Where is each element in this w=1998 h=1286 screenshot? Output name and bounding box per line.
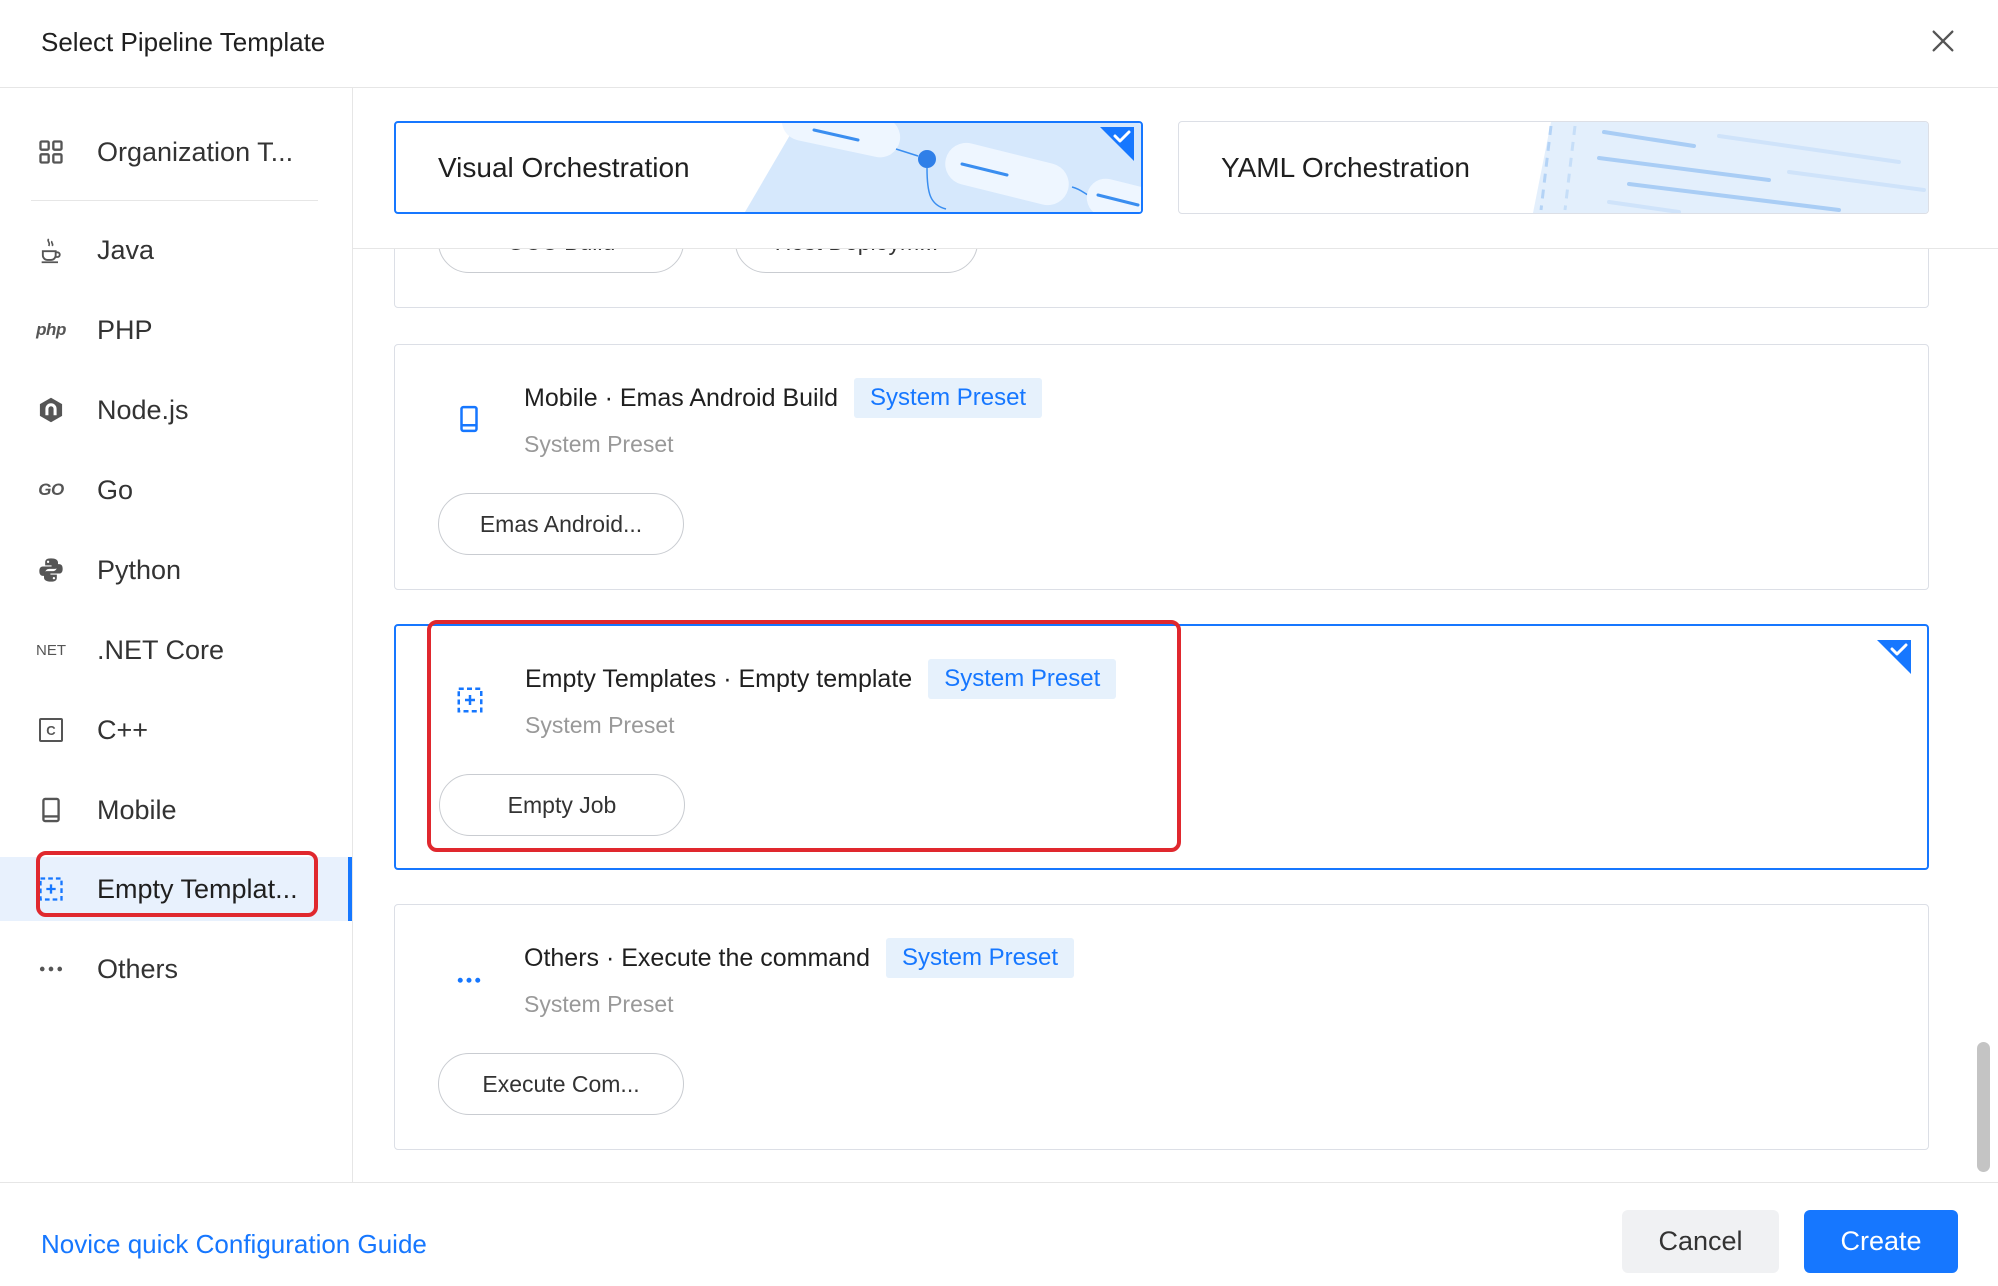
scrollbar-thumb[interactable]	[1977, 1042, 1990, 1172]
mode-card-yaml-orchestration[interactable]: YAML Orchestration	[1178, 121, 1929, 214]
template-card[interactable]: GCC Build Host Deploym...	[394, 249, 1929, 308]
mode-card-visual-orchestration[interactable]: Visual Orchestration	[394, 121, 1143, 214]
system-preset-badge: System Preset	[854, 378, 1043, 418]
mode-label: YAML Orchestration	[1221, 151, 1470, 183]
category-sidebar: Organization T... Java php PHP Node.js G…	[0, 88, 353, 1182]
system-preset-badge: System Preset	[885, 938, 1075, 978]
template-header: Mobile · Emas Android Build System Prese…	[524, 378, 1043, 418]
nodejs-icon	[35, 394, 67, 426]
selected-check-icon	[1877, 640, 1911, 674]
sidebar-item-label: PHP	[97, 315, 153, 345]
template-job-chip[interactable]: Empty Job	[439, 774, 685, 836]
sidebar-item-dotnet-core[interactable]: NET .NET Core	[0, 618, 352, 682]
template-job-chip[interactable]: Host Deploym...	[735, 249, 978, 273]
sidebar-item-go[interactable]: GO Go	[0, 458, 352, 522]
template-list[interactable]: GCC Build Host Deploym... Mobile · Emas …	[353, 249, 1998, 1182]
template-card-mobile-emas-android[interactable]: Mobile · Emas Android Build System Prese…	[394, 344, 1929, 590]
sidebar-item-others[interactable]: Others	[0, 937, 352, 1001]
sidebar-item-empty-templates[interactable]: Empty Templat...	[0, 857, 352, 921]
cpp-icon: C	[35, 714, 67, 746]
close-button[interactable]	[1926, 24, 1960, 58]
empty-template-icon	[35, 873, 67, 905]
sidebar-divider	[31, 200, 318, 201]
sidebar-item-organization-templates[interactable]: Organization T...	[0, 120, 352, 184]
sidebar-item-label: Java	[97, 235, 155, 265]
java-icon	[35, 234, 67, 266]
create-button[interactable]: Create	[1804, 1210, 1958, 1273]
template-title: Empty Templates · Empty template	[525, 664, 913, 693]
sidebar-item-label: Go	[97, 475, 134, 505]
system-preset-badge: System Preset	[928, 659, 1117, 699]
dialog-header: Select Pipeline Template	[0, 0, 1998, 88]
template-subtitle: System Preset	[525, 712, 675, 738]
more-dots-icon	[453, 963, 485, 995]
select-template-dialog: Select Pipeline Template Organization T.…	[0, 0, 1998, 1286]
template-card-empty-template[interactable]: Empty Templates · Empty template System …	[394, 624, 1929, 870]
sidebar-item-label: Organization T...	[97, 137, 294, 167]
python-icon	[35, 554, 67, 586]
sidebar-item-label: C++	[97, 715, 149, 745]
selected-check-icon	[1100, 127, 1134, 161]
sidebar-item-java[interactable]: Java	[0, 218, 352, 282]
novice-guide-link[interactable]: Novice quick Configuration Guide	[41, 1227, 427, 1261]
go-icon: GO	[35, 474, 67, 506]
dialog-footer: Novice quick Configuration Guide Cancel …	[0, 1182, 1998, 1286]
sidebar-item-label: Others	[97, 954, 179, 984]
template-job-chip[interactable]: Execute Com...	[438, 1053, 684, 1115]
dotnet-icon: NET	[35, 634, 67, 666]
cpp-logo-text: C	[39, 718, 63, 742]
sidebar-item-cpp[interactable]: C C++	[0, 698, 352, 762]
mobile-icon	[453, 403, 485, 435]
php-icon: php	[35, 314, 67, 346]
sidebar-item-label: Node.js	[97, 395, 189, 425]
sidebar-item-mobile[interactable]: Mobile	[0, 778, 352, 842]
dotnet-logo-text: NET	[36, 641, 66, 659]
template-header: Others · Execute the command System Pres…	[524, 938, 1075, 978]
template-job-chip[interactable]: GCC Build	[438, 249, 684, 273]
dialog-title: Select Pipeline Template	[41, 27, 326, 57]
php-logo-text: php	[36, 320, 66, 339]
empty-template-icon	[454, 684, 486, 716]
cancel-button[interactable]: Cancel	[1622, 1210, 1779, 1273]
mode-label: Visual Orchestration	[438, 151, 690, 183]
template-job-chip[interactable]: Emas Android...	[438, 493, 684, 555]
more-dots-icon	[35, 953, 67, 985]
template-title: Mobile · Emas Android Build	[524, 383, 839, 412]
sidebar-item-label: Python	[97, 555, 182, 585]
template-title: Others · Execute the command	[524, 943, 870, 972]
sidebar-item-nodejs[interactable]: Node.js	[0, 378, 352, 442]
close-icon	[1932, 30, 1954, 52]
template-subtitle: System Preset	[524, 991, 674, 1017]
sidebar-item-php[interactable]: php PHP	[0, 298, 352, 362]
mobile-icon	[35, 794, 67, 826]
template-header: Empty Templates · Empty template System …	[525, 659, 1117, 699]
sidebar-item-label: Mobile	[97, 795, 177, 825]
sidebar-item-label: Empty Templat...	[97, 874, 298, 904]
template-card-others-execute-command[interactable]: Others · Execute the command System Pres…	[394, 904, 1929, 1150]
sidebar-item-python[interactable]: Python	[0, 538, 352, 602]
grid-icon	[35, 136, 67, 168]
sidebar-item-label: .NET Core	[97, 635, 225, 665]
template-subtitle: System Preset	[524, 431, 674, 457]
go-logo-text: GO	[38, 480, 64, 499]
